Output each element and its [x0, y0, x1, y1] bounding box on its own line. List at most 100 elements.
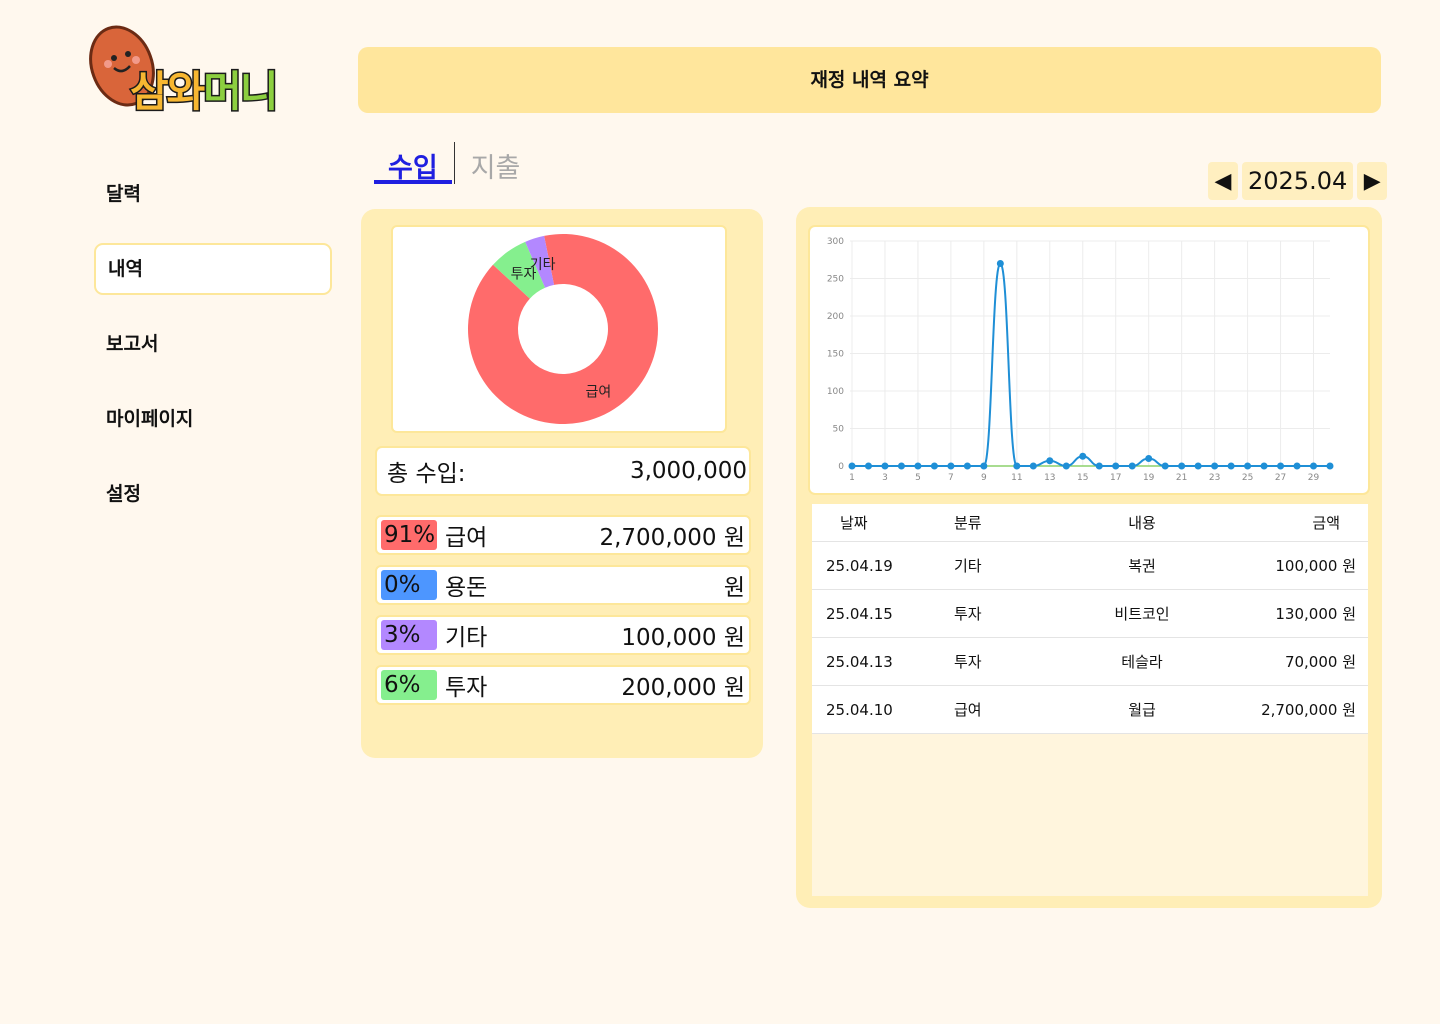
page-title-banner: 재정 내역 요약	[358, 47, 1381, 113]
data-point[interactable]	[1013, 462, 1021, 470]
data-point[interactable]	[1244, 462, 1252, 470]
sidebar-item-settings[interactable]: 설정	[94, 468, 332, 520]
category-row-investment[interactable]: 6% 투자 200,000 원	[375, 665, 751, 705]
data-point[interactable]	[996, 260, 1004, 267]
prev-month-button[interactable]: ◀	[1208, 162, 1238, 200]
cell-description: 비트코인	[1114, 605, 1170, 623]
cell-date: 25.04.15	[826, 604, 893, 623]
data-point[interactable]	[930, 462, 938, 470]
data-point[interactable]	[980, 462, 988, 470]
data-point[interactable]	[897, 462, 905, 470]
data-point[interactable]	[1095, 462, 1103, 470]
y-tick-label: 200	[827, 312, 844, 322]
data-point[interactable]	[1161, 462, 1169, 470]
header-amount: 금액	[1312, 514, 1340, 532]
category-percent: 6%	[381, 670, 437, 700]
category-percent: 91%	[381, 520, 437, 550]
cell-amount: 130,000 원	[1275, 605, 1356, 623]
tab-expense[interactable]: 지출	[457, 142, 535, 184]
next-month-button[interactable]: ▶	[1357, 162, 1388, 200]
data-point[interactable]	[1128, 462, 1136, 470]
sidebar-item-calendar[interactable]: 달력	[94, 168, 332, 220]
sidebar-item-mypage[interactable]: 마이페이지	[94, 393, 332, 445]
data-point[interactable]	[1046, 457, 1054, 465]
cell-date: 25.04.19	[826, 556, 893, 575]
x-tick-label: 15	[1077, 473, 1088, 483]
category-row-allowance[interactable]: 0% 용돈 원	[375, 565, 751, 605]
y-tick-label: 300	[827, 237, 844, 247]
y-tick-label: 150	[827, 350, 844, 360]
data-point[interactable]	[1079, 452, 1087, 460]
data-point[interactable]	[914, 462, 922, 470]
total-income-row: 총 수입: 3,000,000	[375, 446, 751, 496]
tab-bar: 수입 지출	[374, 142, 534, 186]
table-header: 날짜 분류 내용 금액	[812, 504, 1368, 542]
income-summary-panel: 급여 투자 기타 총 수입: 3,000,000 91% 급여 2,700,000 …	[361, 209, 763, 758]
data-point[interactable]	[1293, 462, 1301, 470]
x-tick-label: 11	[1011, 473, 1022, 483]
category-name: 투자	[445, 675, 488, 701]
donut-chart-card: 급여 투자 기타	[391, 225, 727, 433]
x-tick-label: 5	[915, 473, 921, 483]
app-logo[interactable]: 삼와머니	[88, 18, 328, 122]
category-percent: 0%	[381, 570, 437, 600]
x-tick-label: 13	[1044, 473, 1055, 483]
table-row[interactable]: 25.04.10 급여 월급 2,700,000 원	[812, 686, 1368, 734]
table-row[interactable]: 25.04.13 투자 테슬라 70,000 원	[812, 638, 1368, 686]
y-tick-label: 100	[827, 387, 844, 397]
data-point[interactable]	[1178, 462, 1186, 470]
donut-chart: 급여투자기타	[468, 234, 658, 424]
month-navigator: ◀ 2025.04 ▶	[1208, 162, 1388, 200]
cell-category: 투자	[954, 653, 982, 671]
category-amount: 100,000 원	[621, 625, 745, 651]
data-point[interactable]	[1145, 455, 1153, 462]
table-row[interactable]: 25.04.15 투자 비트코인 130,000 원	[812, 590, 1368, 638]
total-income-value: 3,000,000	[629, 458, 747, 484]
category-name: 용돈	[445, 575, 488, 601]
current-month-label: 2025.04	[1242, 162, 1354, 200]
cell-date: 25.04.13	[826, 652, 893, 671]
data-point[interactable]	[848, 462, 856, 470]
cell-category: 급여	[954, 701, 982, 719]
data-point[interactable]	[1277, 462, 1285, 470]
data-point[interactable]	[864, 462, 872, 470]
cell-amount: 100,000 원	[1275, 557, 1356, 575]
data-point[interactable]	[1211, 462, 1219, 470]
table-row[interactable]: 25.04.19 기타 복권 100,000 원	[812, 542, 1368, 590]
x-tick-label: 25	[1242, 473, 1253, 483]
cell-date: 25.04.10	[826, 700, 893, 719]
data-point[interactable]	[1227, 462, 1235, 470]
data-point[interactable]	[1194, 462, 1202, 470]
sidebar-item-report[interactable]: 보고서	[94, 318, 332, 370]
data-point[interactable]	[881, 462, 889, 470]
tab-divider	[453, 142, 455, 184]
category-row-salary[interactable]: 91% 급여 2,700,000 원	[375, 515, 751, 555]
x-tick-label: 27	[1275, 473, 1286, 483]
triangle-left-icon: ◀	[1214, 168, 1232, 194]
cell-amount: 2,700,000 원	[1261, 701, 1356, 719]
sidebar-item-history[interactable]: 내역	[94, 243, 332, 295]
line-chart-card: 0 50 100 150 200 250 300 1 3 5 7 9 11 13 15 17 19 21 23 25 2…	[808, 225, 1370, 495]
x-tick-label: 1	[849, 473, 855, 483]
category-row-other[interactable]: 3% 기타 100,000 원	[375, 615, 751, 655]
data-point[interactable]	[1326, 462, 1334, 470]
tab-income[interactable]: 수입	[374, 142, 452, 184]
total-income-label: 총 수입:	[387, 461, 466, 487]
data-point[interactable]	[1112, 462, 1120, 470]
data-point[interactable]	[1260, 462, 1268, 470]
data-point[interactable]	[1310, 462, 1318, 470]
transaction-table: 날짜 분류 내용 금액 25.04.19 기타 복권 100,000 원 25.…	[812, 504, 1368, 896]
data-point[interactable]	[963, 462, 971, 470]
x-tick-label: 21	[1176, 473, 1187, 483]
cell-category: 기타	[954, 557, 982, 575]
pie-slice-label: 기타	[530, 257, 556, 273]
x-tick-label: 9	[981, 473, 987, 483]
data-point[interactable]	[1029, 462, 1037, 470]
data-point[interactable]	[947, 462, 955, 470]
pie-slice-label: 급여	[586, 385, 612, 401]
category-name: 급여	[445, 525, 488, 551]
line-chart: 0501001502002503001 3 5 7 9 11 13 15 17 19 21 23 25 2…	[827, 237, 1334, 483]
y-tick-label: 250	[827, 275, 844, 285]
daily-income-panel: 0 50 100 150 200 250 300 1 3 5 7 9 11 13 15 17 19 21 23 25 2…	[796, 207, 1382, 908]
data-point[interactable]	[1062, 462, 1070, 470]
